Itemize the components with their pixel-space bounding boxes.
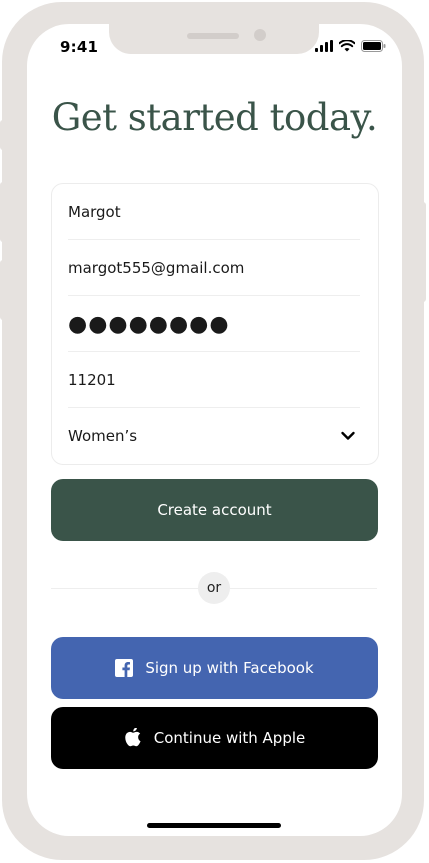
create-account-button[interactable]: Create account: [51, 479, 378, 541]
apple-signup-button[interactable]: Continue with Apple: [51, 707, 378, 769]
wifi-icon: [339, 40, 355, 52]
facebook-icon: [115, 659, 134, 677]
password-field[interactable]: ●●●●●●●●: [68, 296, 360, 352]
category-select-value: Women’s: [68, 427, 138, 445]
battery-icon: [361, 40, 386, 52]
email-field[interactable]: margot555@gmail.com: [68, 240, 360, 296]
apple-icon: [125, 728, 141, 747]
speaker: [187, 33, 239, 39]
phone-screen: 9:41 Get started today. Margot margot555…: [27, 24, 402, 836]
facebook-signup-button[interactable]: Sign up with Facebook: [51, 637, 378, 699]
notch: [109, 24, 319, 54]
zip-field[interactable]: 11201: [68, 352, 360, 408]
apple-button-label: Continue with Apple: [153, 729, 306, 747]
volume-up-button: [0, 182, 8, 242]
page-title: Get started today.: [51, 96, 378, 139]
mute-switch: [0, 120, 8, 150]
status-time: 9:41: [60, 38, 99, 56]
status-icons: [315, 40, 386, 52]
or-badge: or: [198, 572, 230, 604]
signal-icon: [315, 40, 333, 52]
chevron-down-icon: [341, 431, 355, 440]
volume-down-button: [0, 260, 8, 320]
facebook-button-label: Sign up with Facebook: [145, 659, 314, 677]
power-button: [418, 202, 426, 302]
home-indicator: [147, 823, 281, 828]
signup-form: Margot margot555@gmail.com ●●●●●●●● 1120…: [51, 183, 379, 465]
name-field[interactable]: Margot: [68, 184, 360, 240]
category-select[interactable]: Women’s: [68, 408, 360, 464]
camera: [254, 29, 266, 41]
